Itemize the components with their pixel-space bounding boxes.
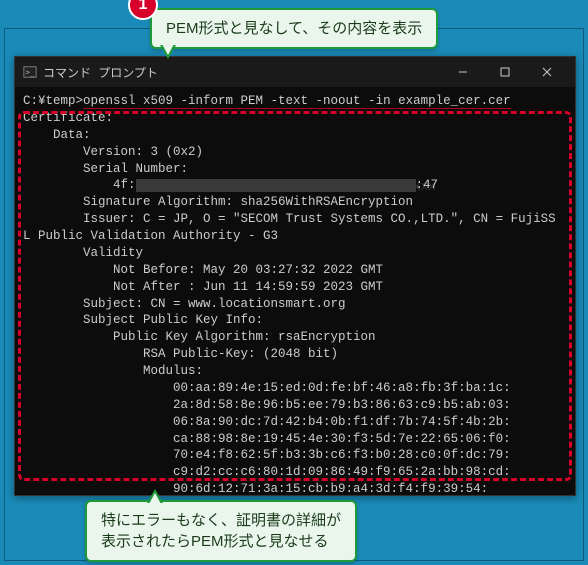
output-line: Serial Number: xyxy=(23,162,188,176)
terminal-body[interactable]: C:¥temp>openssl x509 -inform PEM -text -… xyxy=(15,87,575,504)
output-line: 2a:8d:58:8e:96:b5:ee:79:b3:86:63:c9:b5:a… xyxy=(23,398,511,412)
output-line: Not After : Jun 11 14:59:59 2023 GMT xyxy=(23,280,383,294)
callout-top: 1 PEM形式と見なして、その内容を表示 xyxy=(150,8,438,49)
output-line: Validity xyxy=(23,246,143,260)
output-line: Issuer: C = JP, O = "SECOM Trust Systems… xyxy=(23,212,556,226)
titlebar: >_ コマンド プロンプト xyxy=(15,57,575,87)
callout-bottom-line2: 表示されたらPEM形式と見なせる xyxy=(101,531,341,552)
redacted-serial: xxxxxxxxxxxxxxxxxxxxxxxxxxxxxxxxxxxxxxxx xyxy=(136,179,416,192)
window-controls xyxy=(443,58,567,86)
output-line: Modulus: xyxy=(23,364,203,378)
output-line: Subject Public Key Info: xyxy=(23,313,263,327)
callout-bottom: 特にエラーもなく、証明書の詳細が 表示されたらPEM形式と見なせる xyxy=(85,500,357,562)
output-line: Public Key Algorithm: rsaEncryption xyxy=(23,330,376,344)
close-button[interactable] xyxy=(527,58,567,86)
output-line: :47 xyxy=(416,178,439,192)
callout-badge: 1 xyxy=(128,0,158,20)
cmd-icon: >_ xyxy=(23,65,37,79)
output-line: Subject: CN = www.locationsmart.org xyxy=(23,297,346,311)
output-line: Signature Algorithm: sha256WithRSAEncryp… xyxy=(23,195,413,209)
callout-top-text: PEM形式と見なして、その内容を表示 xyxy=(166,20,422,37)
output-line: 00:aa:89:4e:15:ed:0d:fe:bf:46:a8:fb:3f:b… xyxy=(23,381,511,395)
callout-bottom-line1: 特にエラーもなく、証明書の詳細が xyxy=(101,510,341,531)
output-line: 4f: xyxy=(23,178,136,192)
window-title: コマンド プロンプト xyxy=(43,64,158,81)
output-line: Certificate: xyxy=(23,111,113,125)
svg-text:>_: >_ xyxy=(26,69,35,77)
output-line: c9:d2:cc:c6:80:1d:09:86:49:f9:65:2a:bb:9… xyxy=(23,465,511,479)
output-line: ca:88:98:8e:19:45:4e:30:f3:5d:7e:22:65:0… xyxy=(23,432,511,446)
output-line: 90:6d:12:71:3a:15:cb:b9:a4:3d:f4:f9:39:5… xyxy=(23,482,488,496)
maximize-button[interactable] xyxy=(485,58,525,86)
output-line: RSA Public-Key: (2048 bit) xyxy=(23,347,338,361)
command-prompt-window: >_ コマンド プロンプト C:¥temp>openssl x509 -info… xyxy=(14,56,576,496)
output-line: Data: xyxy=(23,128,91,142)
command-text: openssl x509 -inform PEM -text -noout -i… xyxy=(83,94,511,109)
output-line: Not Before: May 20 03:27:32 2022 GMT xyxy=(23,263,383,277)
output-line: 06:8a:90:dc:7d:42:b4:0b:f1:df:7b:74:5f:4… xyxy=(23,415,511,429)
prompt-text: C:¥temp> xyxy=(23,94,83,108)
output-line: Version: 3 (0x2) xyxy=(23,145,203,159)
output-line: 70:e4:f8:62:5f:b3:3b:c6:f3:b0:28:c0:0f:d… xyxy=(23,448,511,462)
minimize-button[interactable] xyxy=(443,58,483,86)
output-line: L Public Validation Authority - G3 xyxy=(23,229,278,243)
